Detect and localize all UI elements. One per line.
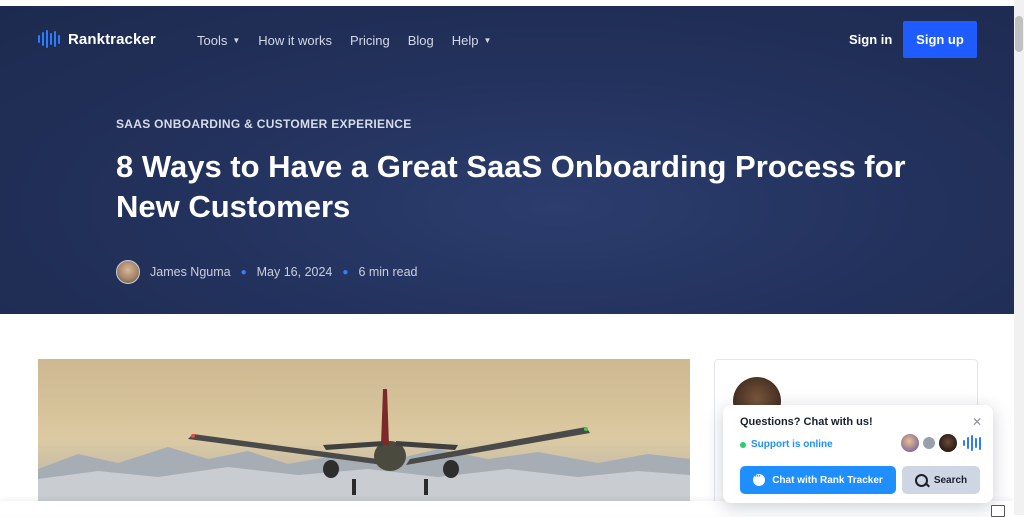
search-button-label: Search	[933, 474, 968, 486]
page-scrollbar[interactable]	[1014, 0, 1024, 515]
nav-item-label: Blog	[407, 33, 434, 48]
logo[interactable]: Ranktracker	[38, 30, 156, 48]
reader-mode-icon[interactable]	[991, 505, 1005, 517]
agent-avatar	[901, 434, 919, 452]
nav-item-blog[interactable]: Blog	[408, 33, 434, 48]
nav-item-label: Help	[451, 33, 479, 48]
separator-dot: ●	[342, 266, 349, 278]
main-nav: Tools ▼ How it works Pricing Blog Help ▼	[197, 33, 491, 48]
sign-up-button[interactable]: Sign up	[903, 21, 977, 58]
chat-widget: Questions? Chat with us! ✕ Support is on…	[723, 405, 993, 503]
logo-text: Ranktracker	[68, 30, 156, 48]
chat-button[interactable]: Chat with Rank Tracker	[740, 466, 896, 494]
sign-in-link[interactable]: Sign in	[849, 32, 892, 47]
support-status: Support is online	[740, 439, 833, 450]
chat-widget-title: Questions? Chat with us!	[740, 416, 873, 428]
nav-item-help[interactable]: Help ▼	[452, 33, 492, 48]
nav-item-label: Pricing	[349, 33, 390, 48]
nav-item-pricing[interactable]: Pricing	[350, 33, 390, 48]
search-icon	[914, 473, 928, 487]
support-status-text: Support is online	[751, 439, 833, 450]
nav-item-label: How it works	[258, 33, 332, 48]
publish-date: May 16, 2024	[256, 265, 333, 279]
bottom-edge	[0, 501, 1014, 515]
nav-item-tools[interactable]: Tools ▼	[197, 33, 240, 48]
agent-avatar	[939, 434, 957, 452]
article-meta: James Nguma ● May 16, 2024 ● 6 min read	[116, 260, 418, 284]
hero-section: Ranktracker Tools ▼ How it works Pricing…	[0, 6, 1014, 314]
online-indicator	[740, 441, 746, 448]
support-agents	[901, 434, 981, 452]
article-featured-image	[38, 359, 690, 503]
close-icon[interactable]: ✕	[972, 415, 982, 429]
nav-item-how-it-works[interactable]: How it works	[258, 33, 332, 48]
chevron-down-icon: ▼	[483, 36, 492, 45]
author-name[interactable]: James Nguma	[150, 265, 231, 279]
search-button[interactable]: Search	[902, 466, 980, 494]
nav-item-label: Tools	[197, 33, 228, 48]
ranktracker-bars-icon	[963, 435, 981, 451]
scrollbar-thumb[interactable]	[1015, 16, 1023, 52]
author-avatar[interactable]	[116, 260, 140, 284]
read-time: 6 min read	[358, 265, 418, 279]
article-category[interactable]: SAAS ONBOARDING & CUSTOMER EXPERIENCE	[116, 117, 412, 131]
article-title: 8 Ways to Have a Great SaaS Onboarding P…	[116, 149, 906, 224]
chat-button-label: Chat with Rank Tracker	[772, 474, 883, 486]
chat-bubble-icon	[753, 471, 766, 486]
chevron-down-icon: ▼	[232, 36, 241, 45]
agent-avatar	[923, 437, 935, 449]
ranktracker-bars-icon	[38, 30, 60, 48]
airplane-illustration	[38, 389, 690, 503]
separator-dot: ●	[240, 266, 247, 278]
